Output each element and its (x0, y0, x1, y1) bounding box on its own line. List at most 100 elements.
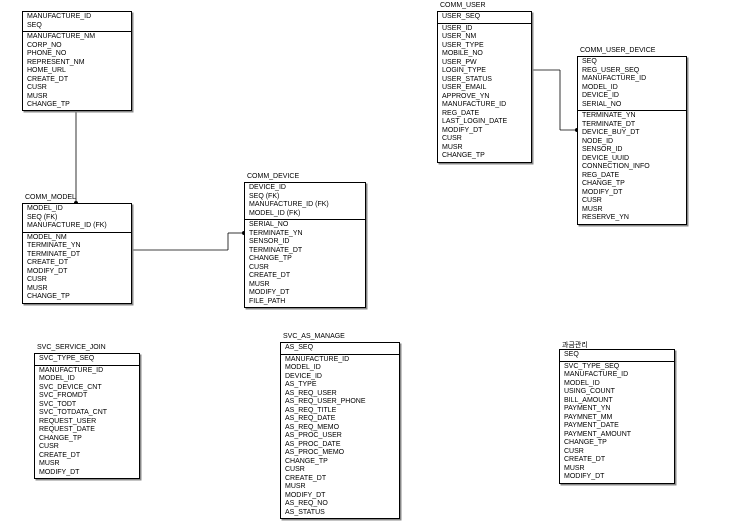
attr-field: TERMINATE_YN (249, 230, 361, 239)
attr-field: CHANGE_TP (27, 101, 127, 110)
attr-field: TERMINATE_YN (582, 112, 682, 121)
pk-field: SEQ (FK) (249, 193, 361, 202)
attr-field: CHANGE_TP (442, 152, 527, 161)
attr-field: CUSR (442, 135, 527, 144)
attr-field: CUSR (39, 443, 135, 452)
pk-section: AS_SEQ (281, 343, 399, 354)
attr-field: LOGIN_TYPE (442, 67, 527, 76)
attr-field: AS_REQ_USER_PHONE (285, 398, 395, 407)
attr-section: MANUFACTURE_NM CORP_NO PHONE_NO REPRESEN… (23, 31, 131, 111)
entity-title: 과금관리 (560, 340, 590, 350)
attr-section: USER_ID USER_NM USER_TYPE MOBILE_NO USER… (438, 23, 531, 162)
attr-field: CUSR (285, 466, 395, 475)
pk-section: DEVICE_ID SEQ (FK) MANUFACTURE_ID (FK) M… (245, 183, 365, 219)
attr-field: MODIFY_DT (564, 473, 670, 482)
attr-field: AS_REQ_MEMO (285, 424, 395, 433)
attr-field: USER_NM (442, 33, 527, 42)
pk-field: SERIAL_NO (582, 101, 682, 110)
entity-title: COMM_DEVICE (245, 173, 301, 180)
attr-field: MUSR (285, 483, 395, 492)
pk-field: MANUFACTURE_ID (FK) (27, 222, 127, 231)
attr-field: SENSOR_ID (582, 146, 682, 155)
pk-field: DEVICE_ID (249, 184, 361, 193)
attr-field: PAYMENT_DATE (564, 422, 670, 431)
attr-field: PAYMNET_MM (564, 414, 670, 423)
attr-field: AS_REQ_DATE (285, 415, 395, 424)
pk-section: MANUFACTURE_ID SEQ (23, 12, 131, 31)
attr-field: MANUFACTURE_ID (564, 371, 670, 380)
attr-field: MODIFY_DT (582, 189, 682, 198)
attr-field: SVC_TOTDATA_CNT (39, 409, 135, 418)
attr-field: MUSR (582, 206, 682, 215)
attr-field: PAYMENT_YN (564, 405, 670, 414)
attr-field: AS_REQ_USER (285, 390, 395, 399)
pk-field: SEQ (582, 58, 682, 67)
attr-section: SVC_TYPE_SEQ MANUFACTURE_ID MODEL_ID USI… (560, 361, 674, 483)
pk-field: MODEL_ID (582, 84, 682, 93)
attr-field: CORP_NO (27, 42, 127, 51)
attr-field: AS_REQ_TITLE (285, 407, 395, 416)
attr-field: MODIFY_DT (249, 289, 361, 298)
attr-field: MUSR (564, 465, 670, 474)
pk-field: SEQ (27, 22, 127, 31)
pk-field: MANUFACTURE_ID (27, 13, 127, 22)
attr-field: CHANGE_TP (249, 255, 361, 264)
attr-field: MANUFACTURE_ID (442, 101, 527, 110)
pk-section: SVC_TYPE_SEQ (35, 354, 139, 365)
attr-field: APPROVE_YN (442, 93, 527, 102)
attr-field: TERMINATE_DT (249, 247, 361, 256)
attr-field: REQUEST_DATE (39, 426, 135, 435)
attr-section: SERIAL_NO TERMINATE_YN SENSOR_ID TERMINA… (245, 219, 365, 307)
attr-field: RESERVE_YN (582, 214, 682, 223)
pk-field: USER_SEQ (442, 13, 527, 22)
attr-field: REG_DATE (442, 110, 527, 119)
attr-field: CUSR (564, 448, 670, 457)
attr-field: PAYMENT_AMOUNT (564, 431, 670, 440)
attr-section: MODEL_NM TERMINATE_YN TERMINATE_DT CREAT… (23, 232, 131, 303)
pk-field: SEQ (FK) (27, 214, 127, 223)
attr-field: REG_DATE (582, 172, 682, 181)
pk-field: AS_SEQ (285, 344, 395, 353)
entity-title: COMM_USER (438, 2, 488, 9)
pk-field: MANUFACTURE_ID (582, 75, 682, 84)
entity-comm-user-device: COMM_USER_DEVICE SEQ REG_USER_SEQ MANUFA… (577, 56, 687, 225)
attr-field: BILL_AMOUNT (564, 397, 670, 406)
attr-field: CHANGE_TP (285, 458, 395, 467)
attr-field: AS_STATUS (285, 509, 395, 518)
attr-field: AS_PROC_DATE (285, 441, 395, 450)
attr-field: CHANGE_TP (27, 293, 127, 302)
attr-field: CHANGE_TP (564, 439, 670, 448)
entity-comm-manufacture: COMM_MANUFACTURE MANUFACTURE_ID SEQ MANU… (22, 11, 132, 111)
attr-field: REQUEST_USER (39, 418, 135, 427)
attr-field: DEVICE_ID (285, 373, 395, 382)
attr-field: MANUFACTURE_ID (39, 367, 135, 376)
entity-svc-as-manage: SVC_AS_MANAGE AS_SEQ MANUFACTURE_ID MODE… (280, 342, 400, 519)
pk-field: DEVICE_ID (582, 92, 682, 101)
attr-section: TERMINATE_YN TERMINATE_DT DEVICE_BUY_DT … (578, 110, 686, 224)
pk-field: REG_USER_SEQ (582, 67, 682, 76)
attr-field: CREATE_DT (249, 272, 361, 281)
attr-field: REPRESENT_NM (27, 59, 127, 68)
entity-title: SVC_SERVICE_JOIN (35, 344, 108, 351)
attr-field: MANUFACTURE_ID (285, 356, 395, 365)
attr-field: AS_REQ_NO (285, 500, 395, 509)
pk-field: SEQ (564, 351, 670, 360)
attr-field: MODIFY_DT (27, 268, 127, 277)
attr-field: USER_EMAIL (442, 84, 527, 93)
entity-title: COMM_USER_DEVICE (578, 47, 657, 54)
attr-field: SVC_TODT (39, 401, 135, 410)
attr-field: MODEL_ID (564, 380, 670, 389)
attr-field: PHONE_NO (27, 50, 127, 59)
attr-field: DEVICE_UUID (582, 155, 682, 164)
pk-field: MANUFACTURE_ID (FK) (249, 201, 361, 210)
attr-field: MODEL_ID (39, 375, 135, 384)
attr-field: SVC_FROMDT (39, 392, 135, 401)
attr-field: MANUFACTURE_NM (27, 33, 127, 42)
attr-field: CREATE_DT (564, 456, 670, 465)
attr-field: MODIFY_DT (39, 469, 135, 478)
attr-field: CREATE_DT (285, 475, 395, 484)
attr-section: MANUFACTURE_ID MODEL_ID DEVICE_ID AS_TYP… (281, 354, 399, 519)
pk-section: SEQ (560, 350, 674, 361)
pk-section: MODEL_ID SEQ (FK) MANUFACTURE_ID (FK) (23, 204, 131, 232)
attr-field: MUSR (39, 460, 135, 469)
